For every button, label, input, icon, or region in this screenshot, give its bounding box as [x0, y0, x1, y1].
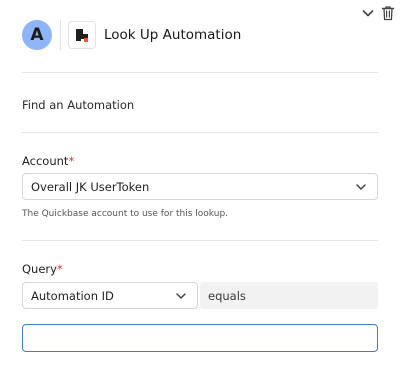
required-marker: * — [68, 154, 75, 168]
trash-icon[interactable] — [380, 4, 396, 22]
chevron-down-icon[interactable] — [360, 4, 376, 22]
query-value-input[interactable] — [22, 324, 378, 352]
required-marker: * — [56, 262, 63, 276]
step-actions — [360, 4, 396, 22]
avatar: A — [22, 20, 52, 50]
page-title: Look Up Automation — [104, 27, 242, 43]
chevron-down-icon — [356, 183, 366, 190]
divider — [22, 132, 378, 133]
query-field-value: Automation ID — [31, 288, 114, 303]
step-header: A Look Up Automation — [22, 20, 241, 50]
query-operator: equals — [200, 282, 378, 309]
query-field-select[interactable]: Automation ID — [22, 282, 198, 309]
action-description: Find an Automation — [22, 98, 135, 112]
account-label: Account* — [22, 154, 74, 168]
query-label-text: Query — [22, 262, 57, 276]
account-select-value: Overall JK UserToken — [31, 179, 150, 194]
divider — [22, 72, 378, 73]
account-label-text: Account — [22, 154, 69, 168]
query-label: Query* — [22, 262, 63, 276]
chevron-down-icon — [176, 292, 186, 299]
divider — [22, 240, 378, 241]
account-select[interactable]: Overall JK UserToken — [22, 173, 378, 200]
header-divider — [60, 20, 61, 50]
account-help-text: The Quickbase account to use for this lo… — [22, 209, 229, 219]
quickbase-logo-icon — [68, 21, 96, 49]
avatar-letter: A — [30, 25, 44, 45]
